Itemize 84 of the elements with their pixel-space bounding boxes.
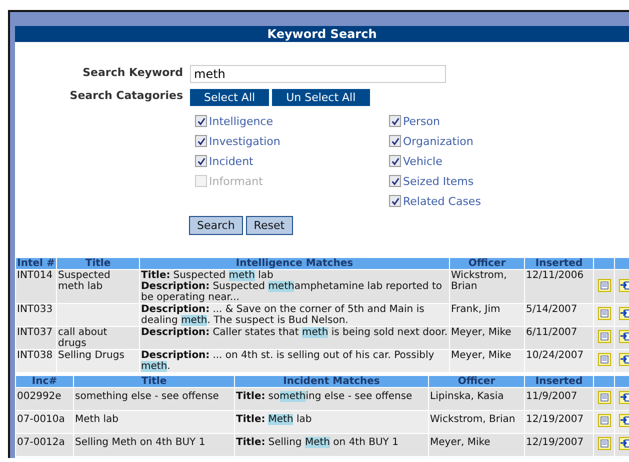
- table-cell: Meth lab: [75, 414, 118, 425]
- table-cell: Meyer, Mike: [451, 350, 512, 361]
- checkbox[interactable]: [389, 195, 401, 207]
- column-header: Inserted: [525, 376, 593, 387]
- table-cell: 07-0010a: [17, 414, 65, 425]
- document-icon[interactable]: [598, 307, 610, 320]
- table-cell: 5/14/2007: [526, 304, 578, 315]
- category-label: Organization: [403, 134, 474, 148]
- open-record-icon[interactable]: [618, 391, 629, 404]
- table-cell: 6/11/2007: [526, 327, 578, 338]
- search-button[interactable]: Search: [189, 216, 243, 235]
- column-header: Officer: [429, 376, 524, 387]
- match-text: Description: Caller states that meth is being sold next door.: [141, 327, 448, 338]
- column-header: Officer: [450, 258, 524, 269]
- table-cell: 11/9/2007: [526, 391, 578, 402]
- table-cell: 07-0012a: [17, 437, 65, 448]
- category-label: Related Cases: [403, 194, 481, 208]
- category-label: Seized Items: [403, 174, 474, 188]
- match-text: Description: Suspected methamphetamine lab reported to be operating near...: [141, 281, 443, 303]
- table-cell: INT037: [17, 327, 53, 338]
- table-cell: Meyer, Mike: [451, 327, 512, 338]
- checkbox[interactable]: [195, 155, 207, 167]
- column-header: Intel #: [16, 258, 56, 269]
- category-label: Intelligence: [209, 114, 274, 128]
- unselect-all-button[interactable]: Un Select All: [272, 88, 370, 106]
- table-cell: Frank, Jim: [451, 304, 500, 315]
- table-cell: 10/24/2007: [526, 350, 584, 361]
- column-header: Inc#: [16, 376, 73, 387]
- checkbox[interactable]: [195, 135, 207, 147]
- table-cell: 002992e: [17, 391, 62, 402]
- table-cell: INT033: [17, 304, 53, 315]
- table-cell: Suspected meth lab: [58, 270, 110, 292]
- open-record-icon[interactable]: [618, 437, 629, 450]
- open-record-icon[interactable]: [618, 353, 629, 366]
- open-record-icon[interactable]: [618, 330, 629, 343]
- table-cell: 12/19/2007: [526, 437, 584, 448]
- category-label: Incident: [209, 154, 254, 168]
- category-label: Investigation: [209, 134, 280, 148]
- select-all-button[interactable]: Select All: [190, 88, 270, 106]
- categories-label: Search Catagories: [68, 88, 184, 102]
- checkbox[interactable]: [389, 115, 401, 127]
- match-text: Description: ... & Save on the corner of 5th and Main is dealing meth. The suspect is Bud Nelson.: [141, 304, 426, 326]
- keyword-label: Search Keyword: [82, 66, 184, 78]
- match-text: Title: Selling Meth on 4th BUY 1: [236, 437, 400, 448]
- table-cell: INT014: [17, 270, 53, 281]
- open-record-icon[interactable]: [618, 278, 629, 292]
- document-icon[interactable]: [598, 437, 610, 450]
- category-label: Person: [403, 114, 440, 128]
- table-cell: Selling Meth on 4th BUY 1: [75, 437, 206, 448]
- document-icon[interactable]: [598, 391, 610, 404]
- column-header: Title: [74, 376, 234, 387]
- checkbox[interactable]: [389, 175, 401, 187]
- document-icon[interactable]: [598, 278, 610, 292]
- match-text: Title: something else - see offense: [236, 391, 414, 402]
- column-header: Intelligence Matches: [140, 258, 449, 269]
- match-text: Title: Meth lab: [236, 414, 313, 425]
- table-cell: something else - see offense: [75, 391, 219, 402]
- open-record-icon[interactable]: [618, 307, 629, 320]
- column-header: Inserted: [525, 258, 593, 269]
- open-record-icon[interactable]: [618, 414, 629, 427]
- table-cell: Meyer, Mike: [430, 437, 490, 448]
- checkbox[interactable]: [389, 155, 401, 167]
- document-icon[interactable]: [598, 330, 610, 343]
- table-cell: INT038: [17, 350, 53, 361]
- column-header: Incident Matches: [235, 376, 428, 387]
- reset-button[interactable]: Reset: [246, 216, 293, 235]
- document-icon[interactable]: [598, 353, 610, 366]
- match-text: Description: ... on 4th st. is selling out of his car. Possibly meth.: [141, 350, 436, 372]
- category-label: Informant: [209, 174, 263, 188]
- table-cell: Wickstrom, Brian: [430, 414, 516, 425]
- table-cell: Selling Drugs: [58, 350, 124, 361]
- checkbox[interactable]: [195, 115, 207, 127]
- keyword-field[interactable]: meth: [190, 65, 446, 83]
- checkbox[interactable]: [389, 135, 401, 147]
- table-cell: 12/11/2006: [526, 270, 584, 281]
- match-text: Title: Suspected meth lab: [141, 270, 274, 281]
- column-header: Title: [57, 258, 139, 269]
- table-cell: Wickstrom, Brian: [451, 270, 507, 292]
- table-cell: call about drugs: [58, 327, 108, 349]
- table-cell: Lipinska, Kasia: [430, 391, 504, 402]
- panel-title: Keyword Search: [15, 26, 629, 42]
- category-label: Vehicle: [403, 154, 442, 168]
- document-icon[interactable]: [598, 414, 610, 427]
- table-cell: 12/19/2007: [526, 414, 584, 425]
